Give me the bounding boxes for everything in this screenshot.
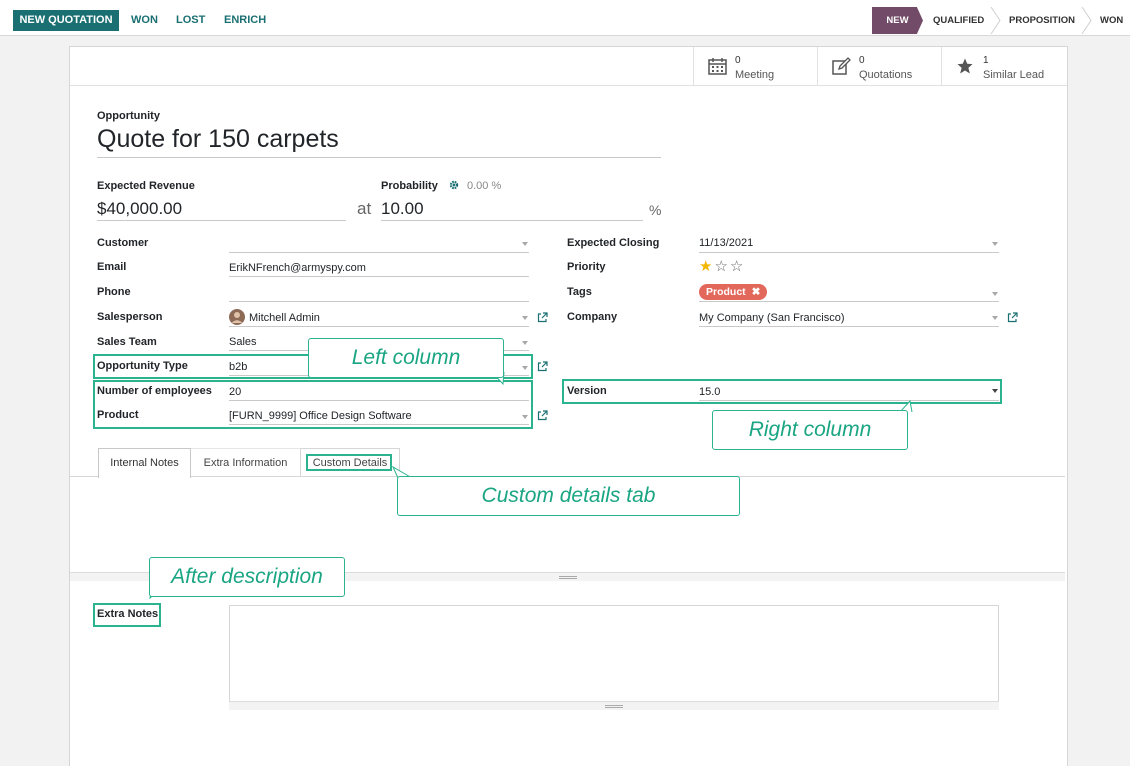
callout-right-column: Right column [712,410,908,450]
callout-after-description: After description [149,557,345,597]
tab-internal-notes[interactable]: Internal Notes [98,448,191,478]
callout-left-column: Left column [308,338,504,378]
callout-custom-tab: Custom details tab [397,476,740,516]
callout-pointers [149,371,913,600]
